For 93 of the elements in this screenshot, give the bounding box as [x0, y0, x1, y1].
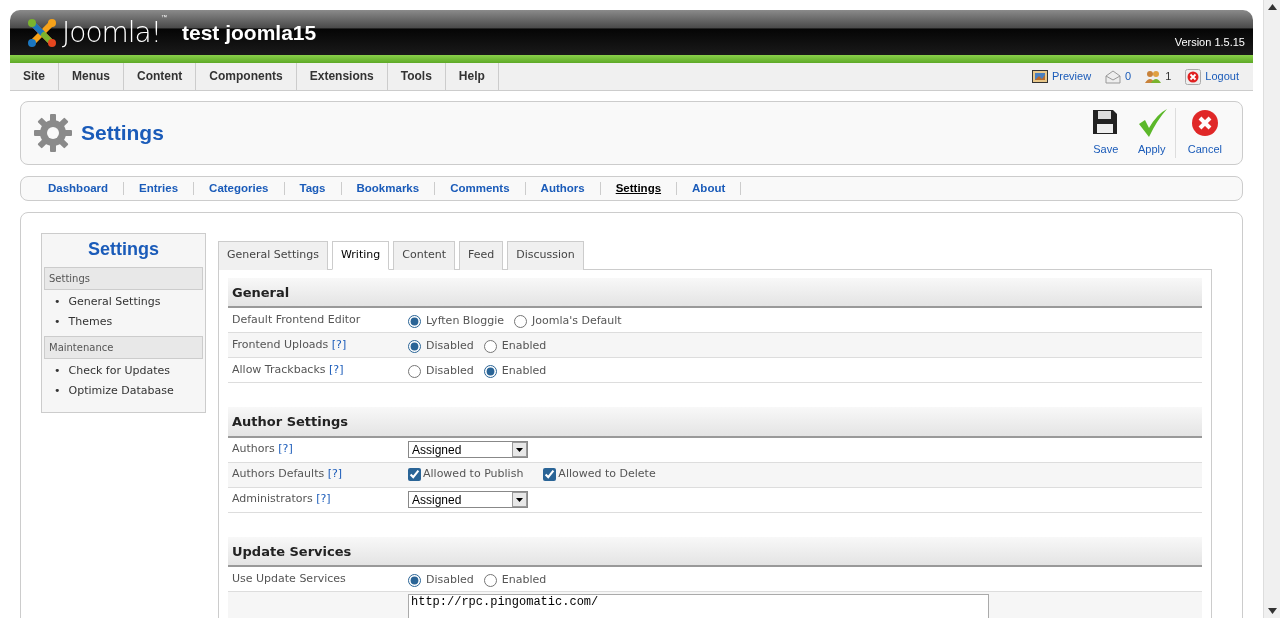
bullet: •: [54, 382, 61, 399]
help-link[interactable]: [?]: [331, 337, 347, 351]
option-label: Joomla's Default: [532, 313, 622, 330]
checkmark-icon: [1136, 108, 1167, 139]
tab[interactable]: Content: [393, 241, 455, 270]
radio-button[interactable]: [483, 574, 497, 587]
radio-button[interactable]: [408, 315, 421, 328]
menu-item[interactable]: Help: [445, 63, 499, 90]
menu-item[interactable]: Content: [124, 63, 197, 90]
option-label: Lyften Bloggie: [426, 313, 504, 330]
messages-link[interactable]: 0: [1105, 63, 1132, 90]
sidebar-heading: Settings: [44, 267, 203, 290]
help-link[interactable]: [?]: [316, 492, 331, 506]
logout-icon: [1185, 68, 1202, 85]
sidebar-link[interactable]: Check for Updates: [68, 363, 171, 380]
tab[interactable]: Writing: [331, 241, 390, 270]
option-label: Enabled: [501, 572, 547, 589]
sidebar-link[interactable]: Optimize Database: [68, 382, 174, 399]
site-title: test joomla15: [181, 19, 317, 46]
users-icon: [1145, 68, 1162, 85]
field-label: Administrators: [232, 492, 313, 506]
bullet: •: [54, 294, 61, 310]
submenu-tab[interactable]: About: [677, 182, 742, 195]
tab[interactable]: General Settings: [218, 241, 328, 270]
version-text: Version 1.5.15: [1174, 34, 1245, 50]
help-link[interactable]: [?]: [327, 467, 343, 481]
x-circle-icon: [1189, 108, 1220, 139]
submenu-tab[interactable]: Bookmarks: [341, 182, 436, 195]
submenu-tab[interactable]: Tags: [284, 182, 342, 195]
preview-icon: [1031, 68, 1048, 85]
users-online-link[interactable]: 1: [1145, 63, 1172, 90]
logout-link[interactable]: Logout: [1185, 63, 1239, 90]
select-field[interactable]: Assigned: [408, 441, 528, 458]
page-title: Settings: [81, 120, 164, 147]
radio-button[interactable]: [408, 365, 421, 378]
caret-icon: [512, 492, 527, 507]
checkbox[interactable]: [543, 468, 557, 481]
option-label: Disabled: [426, 363, 474, 380]
submenu-tab[interactable]: Authors: [525, 182, 601, 195]
bullet: •: [54, 363, 61, 379]
save-button[interactable]: Save: [1082, 108, 1129, 158]
section-header: Update Services: [228, 536, 1202, 567]
sidebar-link[interactable]: General Settings: [68, 294, 161, 311]
envelope-icon: [1105, 68, 1122, 85]
menu-item[interactable]: Tools: [387, 63, 446, 90]
submenu-tab[interactable]: Entries: [124, 182, 195, 195]
cancel-button[interactable]: Cancel: [1174, 108, 1230, 158]
joomla-logo-icon: [26, 16, 58, 49]
radio-button[interactable]: [408, 574, 421, 587]
help-link[interactable]: [?]: [278, 442, 293, 456]
gear-icon: [33, 113, 73, 153]
menu-item[interactable]: Components: [196, 63, 297, 90]
apply-button[interactable]: Apply: [1128, 108, 1175, 158]
scrollbar[interactable]: [1263, 0, 1280, 618]
radio-button[interactable]: [408, 340, 421, 353]
option-label: Enabled: [501, 363, 547, 380]
submenu-tab[interactable]: Dashboard: [33, 182, 125, 195]
scroll-down-icon[interactable]: [1267, 608, 1277, 614]
url-list-field[interactable]: http://rpc.pingomatic.com/: [408, 594, 989, 618]
option-label: Allowed to Delete: [558, 466, 656, 483]
field-label: Authors Defaults: [232, 467, 325, 481]
submenu-tab[interactable]: Comments: [435, 182, 526, 195]
help-link[interactable]: [?]: [329, 362, 344, 376]
tab[interactable]: Feed: [459, 241, 504, 270]
sidebar-heading: Maintenance: [44, 336, 203, 359]
section-header: Author Settings: [228, 407, 1202, 438]
sidebar-link[interactable]: Themes: [68, 313, 113, 330]
sidebar-title: Settings: [87, 238, 160, 261]
preview-link[interactable]: Preview: [1031, 63, 1092, 90]
field-label: Default Frontend Editor: [232, 312, 361, 326]
section-header: General: [228, 277, 1202, 308]
submenu-tab[interactable]: Categories: [194, 182, 285, 195]
menu-item[interactable]: Extensions: [296, 63, 388, 90]
checkbox[interactable]: [408, 468, 421, 481]
radio-button[interactable]: [514, 315, 527, 328]
select-field[interactable]: Assigned: [408, 491, 528, 508]
tab[interactable]: Discussion: [507, 241, 584, 270]
field-label: Allow Trackbacks: [232, 362, 326, 376]
field-label: Authors: [232, 442, 275, 456]
bullet: •: [54, 313, 61, 330]
option-label: Allowed to Publish: [423, 466, 524, 483]
option-label: Disabled: [426, 338, 474, 355]
caret-icon: [512, 442, 527, 457]
submenu-tab[interactable]: Settings: [600, 182, 678, 195]
scroll-up-icon[interactable]: [1267, 4, 1277, 10]
menu-item[interactable]: Menus: [59, 63, 125, 90]
menu-item[interactable]: Site: [10, 63, 59, 90]
option-label: Enabled: [501, 338, 547, 355]
radio-button[interactable]: [483, 340, 497, 353]
field-label: Use Update Services: [232, 571, 346, 585]
field-label: Frontend Uploads: [232, 337, 329, 351]
option-label: Disabled: [426, 572, 474, 589]
radio-button[interactable]: [483, 365, 497, 378]
